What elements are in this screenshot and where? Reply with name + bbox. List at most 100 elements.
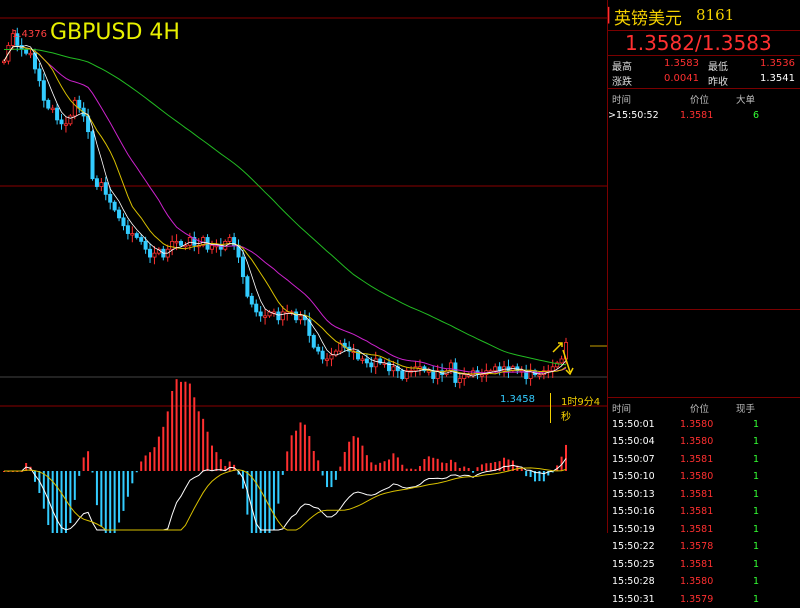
macd-bar	[463, 467, 465, 471]
change-value: 0.0041	[664, 73, 699, 84]
tick-time: 15:50:07	[612, 454, 655, 465]
candle-body	[131, 234, 134, 236]
candle-body	[109, 194, 112, 202]
change-label: 涨跌	[612, 73, 632, 88]
macd-bar	[335, 471, 337, 480]
candle-body	[171, 241, 174, 249]
chart-area: GBPUSD 4H 1.4376 1.3458 1时9分4秒	[0, 0, 607, 533]
tick-row[interactable]: 15:50:161.35811	[608, 503, 800, 521]
candle-body	[263, 316, 266, 318]
macd-bar	[176, 379, 178, 471]
candle-body	[210, 245, 213, 249]
macd-bar	[432, 458, 434, 471]
tick-volume: 1	[753, 489, 759, 500]
candle-body	[277, 312, 280, 320]
big-order-vol: 6	[753, 110, 759, 121]
bar-countdown: 1时9分4秒	[550, 393, 607, 423]
candle-body	[494, 367, 497, 371]
macd-bar	[295, 431, 297, 471]
macd-bar	[131, 471, 133, 483]
tick-volume: 1	[753, 541, 759, 552]
macd-bar	[229, 461, 231, 471]
signal-line	[4, 468, 566, 530]
big-order-price: 1.3581	[680, 110, 713, 121]
tick-row[interactable]: 15:50:131.35811	[608, 486, 800, 504]
macd-bar	[282, 471, 284, 475]
macd-bar	[530, 471, 532, 477]
tick-row[interactable]: 15:50:311.35791	[608, 591, 800, 608]
candle-body	[502, 367, 505, 371]
candle-body	[95, 179, 98, 187]
tick-price: 1.3580	[680, 471, 713, 482]
candle-body	[458, 379, 461, 383]
low-value: 1.3536	[760, 58, 795, 69]
tick-volume: 1	[753, 576, 759, 587]
macd-bar	[299, 422, 301, 471]
tick-row[interactable]: 15:50:071.35811	[608, 451, 800, 469]
chart-title: GBPUSD 4H	[50, 20, 180, 45]
candle-body	[188, 237, 191, 245]
macd-bar	[441, 463, 443, 471]
candle-body	[250, 296, 253, 304]
macd-bar	[273, 471, 275, 530]
ma-slow-line	[4, 49, 566, 365]
tick-price: 1.3580	[680, 419, 713, 430]
tick-row[interactable]: 15:50:281.35801	[608, 573, 800, 591]
candle-body	[126, 226, 129, 234]
macd-bar	[56, 471, 58, 533]
candle-body	[392, 367, 395, 371]
macd-bar	[215, 452, 217, 471]
macd-bar	[525, 471, 527, 476]
candle-body	[325, 359, 328, 361]
macd-bar	[437, 459, 439, 471]
candle-body	[47, 100, 50, 108]
big-order-row[interactable]: >15:50:52 1.3581 6	[608, 107, 800, 125]
macd-bar	[171, 391, 173, 471]
macd-bar	[158, 437, 160, 471]
macd-bar	[485, 463, 487, 471]
candle-body	[480, 375, 483, 377]
tick-row[interactable]: 15:50:041.35801	[608, 433, 800, 451]
tick-row[interactable]: 15:50:011.35801	[608, 416, 800, 434]
macd-bar	[220, 459, 222, 471]
candle-body	[148, 249, 151, 257]
quote-panel: ▏ 英镑美元 8161 1.3582/1.3583 最高 1.3583 最低 1…	[607, 0, 800, 533]
macd-bar	[521, 469, 523, 471]
macd-bar	[251, 471, 253, 533]
tick-row[interactable]: 15:50:191.35811	[608, 521, 800, 539]
macd-bar	[388, 459, 390, 471]
macd-bar	[291, 435, 293, 471]
macd-bar	[109, 471, 111, 533]
tick-row[interactable]: 15:50:251.35811	[608, 556, 800, 574]
candle-body	[414, 367, 417, 371]
macd-bar	[450, 460, 452, 471]
candle-body	[405, 371, 408, 379]
macd-bar	[423, 459, 425, 471]
macd-bar	[406, 469, 408, 471]
tick-volume: 1	[753, 436, 759, 447]
candle-body	[463, 375, 466, 379]
tick-list: 时间 价位 现手 15:50:011.3580115:50:041.358011…	[608, 397, 800, 608]
macd-bar	[392, 453, 394, 471]
tick-row[interactable]: 15:50:101.35801	[608, 468, 800, 486]
candle-body	[401, 371, 404, 379]
tick-volume: 1	[753, 454, 759, 465]
candle-body	[104, 183, 107, 195]
macd-bar	[326, 471, 328, 487]
candle-body	[317, 347, 320, 351]
candle-body	[321, 351, 324, 359]
candle-body	[42, 81, 45, 101]
macd-bar	[379, 463, 381, 471]
tick-volume: 1	[753, 419, 759, 430]
tick-row[interactable]: 15:50:221.35781	[608, 538, 800, 556]
prev-close-value: 1.3541	[760, 73, 795, 84]
macd-bar	[375, 465, 377, 471]
tick-time: 15:50:16	[612, 506, 655, 517]
macd-bar	[61, 471, 63, 533]
macd-bar	[127, 471, 129, 497]
tick-price: 1.3581	[680, 489, 713, 500]
candle-body	[241, 257, 244, 277]
macd-bar	[419, 466, 421, 471]
macd-bar	[202, 419, 204, 471]
macd-bar	[286, 451, 288, 471]
